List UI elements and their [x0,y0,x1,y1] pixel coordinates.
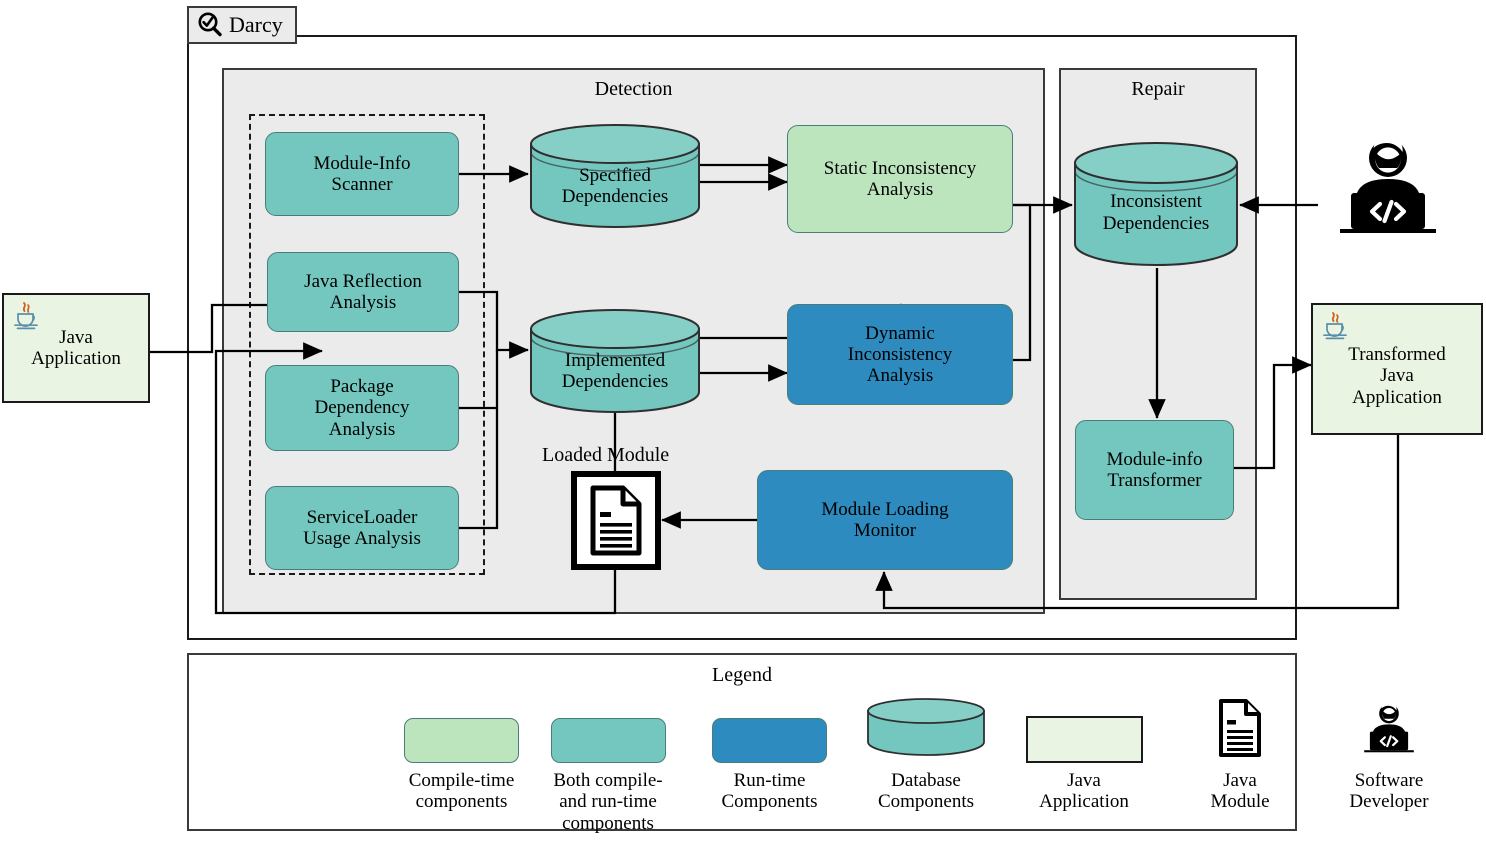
darcy-title-tab[interactable]: Darcy [187,6,297,44]
legend-caption: Run-time Components [721,770,818,813]
specified-dependencies-node[interactable]: Specified Dependencies [528,123,702,228]
legend-swatch [1217,698,1263,763]
java-reflection-analysis-node[interactable]: Java Reflection Analysis [267,252,459,332]
java-module-document-icon[interactable] [571,471,661,570]
loaded-module-label: Loaded Module [542,444,670,466]
transformed-java-application-node[interactable]: Transformed Java Application [1311,303,1483,435]
compile-time-swatch-icon [404,718,519,763]
implemented-dependencies-label: Implemented Dependencies [561,349,669,393]
legend-swatch [404,701,519,763]
legend-item-both-compile-and-run-time-components: Both compile- and run-time components [532,701,684,834]
module-loading-monitor-node[interactable]: Module Loading Monitor [757,470,1013,570]
legend-caption: Database Components [877,770,975,813]
specified-dependencies-label: Specified Dependencies [561,164,669,208]
implemented-dependencies-node[interactable]: Implemented Dependencies [528,308,702,413]
both-compile-run-time-swatch-icon [550,718,666,763]
static-inconsistency-analysis-node[interactable]: Static Inconsistency Analysis [787,125,1013,233]
legend-swatch [550,701,666,763]
architecture-diagram: Darcy Detection Repair Java Application … [0,0,1486,841]
legend-caption: Both compile- and run-time components [553,770,663,834]
static-inconsistency-analysis-label: Static Inconsistency Analysis [823,157,977,200]
java-application-swatch-icon [1025,716,1143,763]
legend-item-run-time-components: Run-time Components [697,701,842,813]
module-info-transformer-node[interactable]: Module-info Transformer [1075,420,1234,520]
module-info-scanner-label: Module-Info Scanner [313,152,411,195]
legend-panel: Legend Compile-time components Both comp… [187,653,1429,834]
legend-swatch [866,698,986,763]
transformed-java-application-label: Transformed Java Application [1348,344,1446,408]
software-developer-icon[interactable] [1328,135,1448,236]
java-module-icon [1217,698,1263,763]
legend-item-compile-time-components: Compile-time components [389,701,534,813]
dynamic-inconsistency-analysis-node[interactable]: Dynamic Inconsistency Analysis [787,304,1013,405]
darcy-title-label: Darcy [229,12,283,37]
serviceloader-usage-analysis-label: ServiceLoader Usage Analysis [303,506,421,549]
java-cup-icon [1320,310,1350,342]
software-developer-icon [1358,698,1420,763]
package-dependency-analysis-label: Package Dependency Analysis [314,376,410,440]
inconsistent-dependencies-node[interactable]: Inconsistent Dependencies [1072,140,1240,268]
package-dependency-analysis-node[interactable]: Package Dependency Analysis [265,365,459,451]
java-application-node[interactable]: Java Application [2,293,150,403]
legend-item-java-application: Java Application [1009,701,1159,813]
legend-caption: Java Module [1210,770,1270,813]
detection-panel-title: Detection [594,78,673,100]
module-info-transformer-label: Module-info Transformer [1106,448,1203,491]
serviceloader-usage-analysis-node[interactable]: ServiceLoader Usage Analysis [265,486,459,570]
legend-swatch [712,701,827,763]
repair-panel-title: Repair [1131,78,1185,100]
run-time-swatch-icon [712,718,827,763]
legend-swatch [1358,701,1420,763]
legend-caption: Java Application [1039,770,1129,813]
legend-item-database-components: Database Components [851,698,1001,813]
java-reflection-analysis-label: Java Reflection Analysis [304,270,422,313]
legend-item-software-developer: Software Developer [1309,701,1469,813]
module-loading-monitor-label: Module Loading Monitor [821,498,949,541]
legend-caption: Software Developer [1349,770,1429,813]
database-cylinder-icon [866,698,986,763]
inconsistent-dependencies-label: Inconsistent Dependencies [1102,191,1210,234]
legend-swatch [1025,701,1143,763]
dynamic-inconsistency-analysis-label: Dynamic Inconsistency Analysis [847,322,953,387]
legend-caption: Compile-time components [408,770,515,813]
magnifier-check-icon [197,12,223,38]
legend-title: Legend [712,664,772,686]
java-application-label: Java Application [31,326,121,369]
module-info-scanner-node[interactable]: Module-Info Scanner [265,132,459,216]
legend-item-java-module: Java Module [1174,698,1306,813]
java-cup-icon [11,300,41,332]
